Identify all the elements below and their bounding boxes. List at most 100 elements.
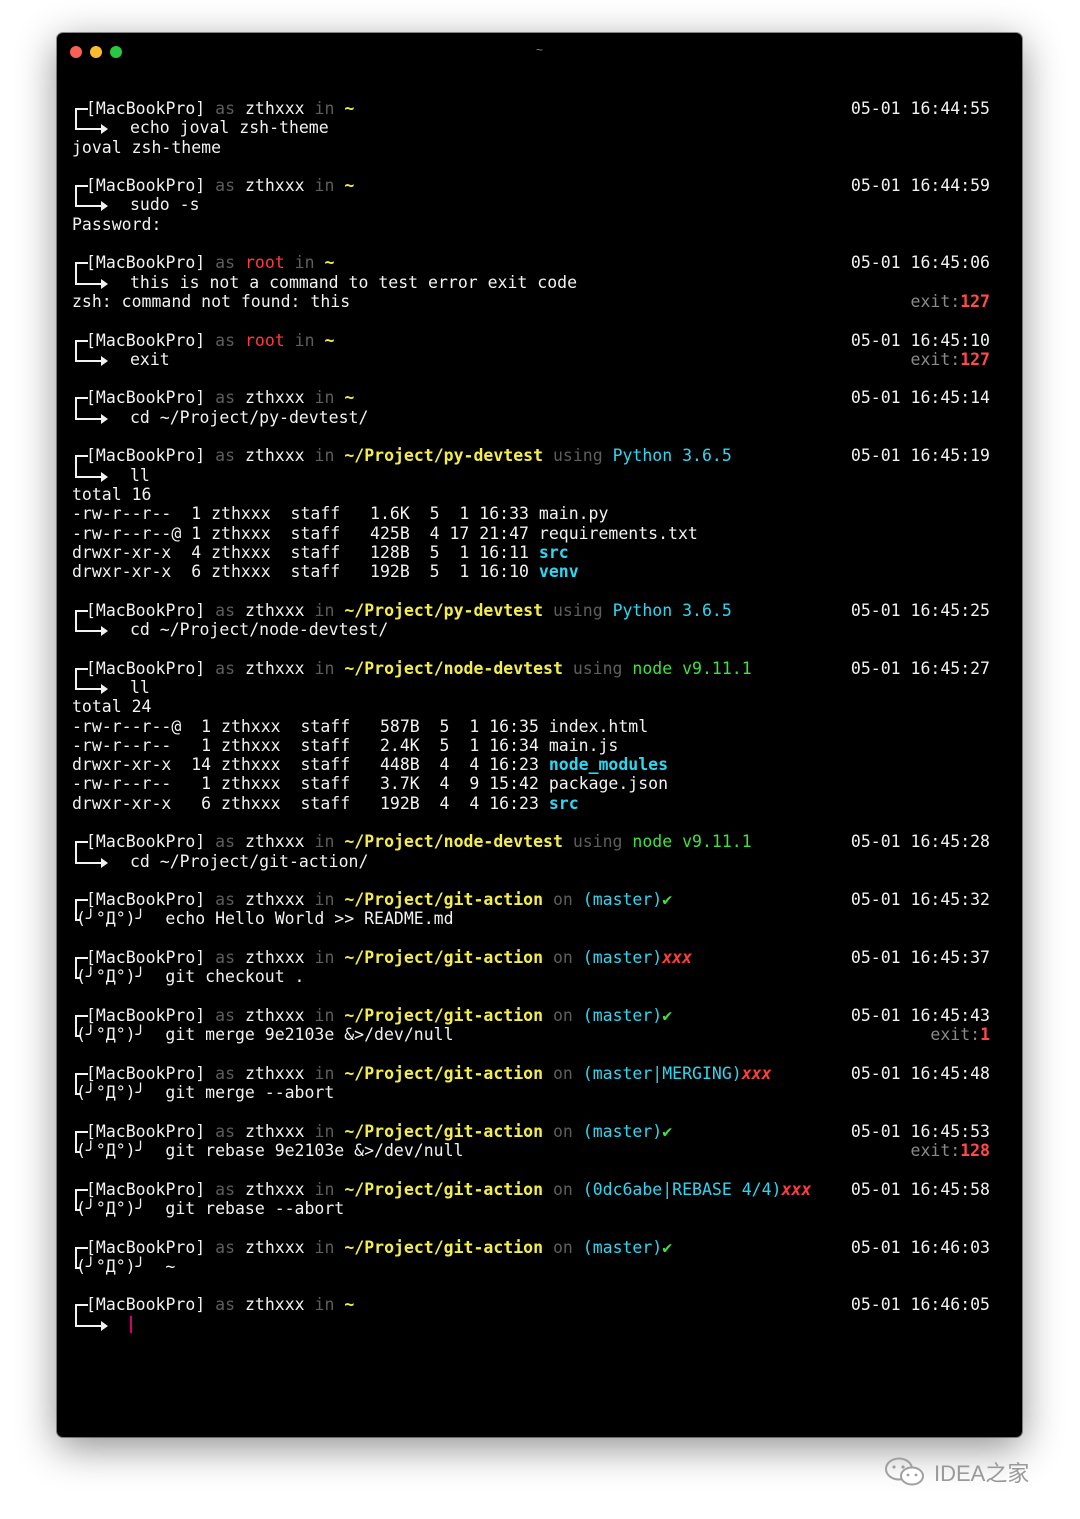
- prompt-kaomoji: (╯°Д°)╯: [76, 1083, 146, 1103]
- prompt-corner-top: [72, 176, 88, 198]
- wechat-icon: [885, 1457, 924, 1486]
- exit-label: exit:: [910, 349, 961, 369]
- prompt-user: zthxxx: [244, 1179, 305, 1199]
- prompt-user: zthxxx: [244, 1121, 305, 1141]
- prompt-as: as: [215, 446, 236, 466]
- prompt-block: [MacBookPro] as zthxxx in ~05-01 16:44:5…: [72, 99, 990, 157]
- prompt-as: as: [215, 1237, 236, 1257]
- command-text[interactable]: git rebase --abort: [165, 1199, 344, 1218]
- command-text[interactable]: cd ~/Project/node-devtest/: [130, 620, 388, 639]
- prompt-timestamp: 05-01 16:45:37: [850, 948, 990, 968]
- terminal-output[interactable]: [MacBookPro] as zthxxx in ~05-01 16:44:5…: [72, 99, 990, 1353]
- prompt-user: zthxxx: [244, 600, 305, 620]
- command-text[interactable]: git checkout .: [165, 967, 304, 986]
- prompt-in: in: [314, 1063, 335, 1083]
- git-dirty-icon: xxx: [741, 1063, 772, 1083]
- prompt-corner-top: [72, 388, 88, 411]
- prompt-block: [MacBookPro] as zthxxx in ~/Project/node…: [72, 832, 990, 871]
- command-text[interactable]: this is not a command to test error exit…: [130, 273, 577, 292]
- prompt-timestamp: 05-01 16:46:05: [850, 1295, 990, 1315]
- prompt-directory: ~: [344, 388, 355, 408]
- prompt-env-version: node v9.11.1: [632, 832, 752, 852]
- prompt-as: as: [215, 658, 236, 678]
- prompt-block: [MacBookPro] as zthxxx in ~/Project/py-d…: [72, 601, 990, 640]
- prompt-git-branch: (master): [582, 1237, 663, 1257]
- listing-row: drwxr-xr-x 6 zthxxx staff 192B 4 4 16:23…: [72, 794, 990, 813]
- command-text[interactable]: sudo -s: [130, 195, 200, 214]
- command-text[interactable]: ~: [165, 1257, 175, 1276]
- prompt-as: as: [215, 1295, 236, 1315]
- prompt-corner-top: [72, 832, 88, 854]
- prompt-corner-top: [72, 446, 88, 468]
- prompt-as: as: [215, 948, 236, 968]
- prompt-block: [MacBookPro] as root in ~05-01 16:45:10 e…: [72, 331, 990, 370]
- prompt-user: zthxxx: [244, 1237, 305, 1257]
- prompt-kaomoji: (╯°Д°)╯: [76, 1141, 146, 1161]
- prompt-timestamp: 05-01 16:45:27: [850, 658, 990, 678]
- prompt-host: [MacBookPro]: [86, 948, 206, 968]
- prompt-timestamp: 05-01 16:45:32: [850, 890, 990, 910]
- command-line: (╯°Д°)╯ git merge --abort: [72, 1083, 990, 1102]
- exit-label: exit:: [910, 1141, 961, 1161]
- prompt-as: as: [215, 1179, 236, 1199]
- prompt-header: [MacBookPro] as zthxxx in ~/Project/git-…: [72, 1121, 990, 1144]
- prompt-block: [MacBookPro] as zthxxx in ~05-01 16:44:5…: [72, 176, 990, 234]
- prompt-timestamp: 05-01 16:46:03: [850, 1237, 990, 1257]
- prompt-directory: ~/Project/node-devtest: [344, 658, 563, 678]
- prompt-corner-top: [72, 1238, 88, 1260]
- prompt-arrow-icon: [72, 272, 130, 292]
- command-text[interactable]: echo joval zsh-theme: [130, 118, 329, 137]
- command-text[interactable]: git merge 9e2103e &>/dev/null: [165, 1025, 453, 1044]
- prompt-header: [MacBookPro] as zthxxx in ~/Project/git-…: [72, 1179, 990, 1202]
- prompt-as: as: [215, 600, 236, 620]
- prompt-user: zthxxx: [244, 99, 305, 118]
- command-text[interactable]: git merge --abort: [165, 1083, 334, 1102]
- file-name: index.html: [548, 716, 649, 736]
- file-info: -rw-r--r--@ 1 zthxxx staff 425B 4 17 21:…: [72, 523, 539, 543]
- command-text[interactable]: echo Hello World >> README.md: [165, 909, 453, 928]
- command-text[interactable]: ll: [130, 678, 150, 697]
- prompt-header: [MacBookPro] as zthxxx in ~/Project/git-…: [72, 1237, 990, 1260]
- exit-code: 127: [960, 349, 990, 369]
- prompt-header: [MacBookPro] as zthxxx in ~05-01 16:44:5…: [72, 99, 990, 121]
- prompt-timestamp: 05-01 16:45:25: [850, 600, 990, 620]
- prompt-block: [MacBookPro] as zthxxx in ~/Project/git-…: [72, 890, 990, 929]
- listing-row: -rw-r--r--@ 1 zthxxx staff 425B 4 17 21:…: [72, 524, 990, 543]
- prompt-git-branch: (master): [582, 948, 663, 968]
- prompt-header: [MacBookPro] as root in ~05-01 16:45:06: [72, 253, 990, 276]
- prompt-corner-bottom: [72, 1141, 81, 1160]
- git-clean-icon: ✔: [662, 1237, 673, 1257]
- prompt-corner-top: [72, 1006, 88, 1028]
- prompt-using: using: [572, 658, 623, 678]
- prompt-header: [MacBookPro] as zthxxx in ~/Project/git-…: [72, 890, 990, 912]
- git-dirty-icon: xxx: [781, 1179, 812, 1199]
- prompt-on: on: [552, 1121, 573, 1141]
- git-clean-icon: ✔: [662, 890, 673, 910]
- exit-label: exit:: [910, 291, 961, 311]
- prompt-block: [MacBookPro] as root in ~05-01 16:45:06 t…: [72, 253, 990, 311]
- prompt-host: [MacBookPro]: [86, 890, 206, 910]
- command-text[interactable]: git rebase 9e2103e &>/dev/null: [165, 1141, 463, 1160]
- prompt-user: root: [244, 253, 285, 273]
- command-line: (╯°Д°)╯ echo Hello World >> README.md: [72, 909, 990, 928]
- command-text[interactable]: exit: [130, 350, 170, 369]
- prompt-timestamp: 05-01 16:44:59: [850, 176, 990, 196]
- prompt-in: in: [314, 446, 335, 466]
- directory-name: node_modules: [548, 755, 669, 775]
- exit-code: 127: [960, 291, 990, 311]
- prompt-corner-top: [72, 1180, 88, 1202]
- command-line: (╯°Д°)╯ git merge 9e2103e &>/dev/null exi…: [72, 1025, 990, 1044]
- exit-status: exit:1: [930, 1025, 990, 1044]
- command-text[interactable]: cd ~/Project/py-devtest/: [130, 408, 368, 427]
- file-info: drwxr-xr-x 4 zthxxx staff 128B 5 1 16:11: [72, 542, 539, 562]
- prompt-corner-top: [72, 948, 88, 970]
- prompt-in: in: [314, 1237, 335, 1257]
- command-text[interactable]: cd ~/Project/git-action/: [130, 852, 368, 871]
- file-info: drwxr-xr-x 6 zthxxx staff 192B 5 1 16:10: [72, 562, 539, 582]
- command-text[interactable]: ll: [130, 466, 150, 485]
- git-clean-icon: ✔: [662, 1121, 673, 1141]
- prompt-corner-top: [72, 1295, 88, 1318]
- command-line: exit exit:127: [72, 349, 990, 369]
- prompt-git-branch: (0dc6abe|REBASE 4/4): [582, 1179, 782, 1199]
- directory-name: src: [538, 542, 569, 562]
